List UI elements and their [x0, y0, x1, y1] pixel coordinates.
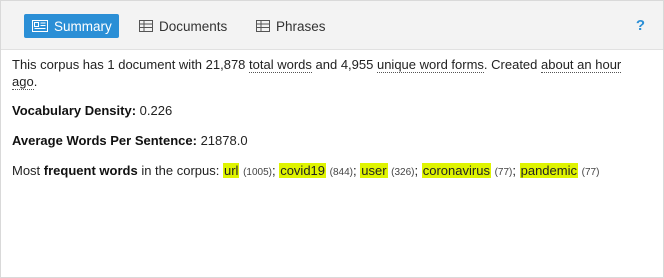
frequent-term-count: (1005) — [243, 167, 272, 178]
frequent-term-count: (77) — [494, 167, 513, 178]
summary-text-5: . — [33, 74, 38, 89]
tab-phrases-label: Phrases — [276, 18, 326, 34]
term-separator: ; — [512, 163, 520, 178]
vocabulary-density-value: 0.226 — [136, 103, 173, 118]
frequent-term-count: (77) — [581, 167, 600, 178]
vocabulary-density-label: Vocabulary Density: — [12, 103, 137, 118]
summary-content: This corpus has 1 document with 21,878 t… — [1, 50, 663, 181]
frequent-suffix: in the corpus: — [137, 163, 223, 178]
vocabulary-density: Vocabulary Density: 0.226 — [12, 102, 653, 119]
frequent-term[interactable]: covid19 — [279, 163, 327, 178]
unique-word-forms-link[interactable]: unique word forms — [376, 57, 484, 73]
frequent-prefix: Most — [12, 163, 44, 178]
term-separator: ; — [414, 163, 422, 178]
summary-icon — [32, 20, 48, 32]
average-words-per-sentence: Average Words Per Sentence: 21878.0 — [12, 132, 653, 149]
frequent-words: Most frequent words in the corpus: url (… — [12, 162, 653, 181]
summary-text-1: This corpus has 1 document with 21,878 — [12, 57, 250, 72]
tab-documents[interactable]: Documents — [131, 14, 235, 38]
tab-documents-label: Documents — [159, 18, 228, 34]
tab-summary[interactable]: Summary — [24, 14, 119, 38]
frequent-words-label: frequent words — [43, 163, 138, 178]
frequent-term[interactable]: url — [222, 163, 240, 178]
corpus-summary-text: This corpus has 1 document with 21,878 t… — [12, 56, 653, 90]
summary-text-2: and 4,955 — [311, 57, 377, 72]
table-icon — [256, 20, 270, 32]
help-icon[interactable]: ? — [636, 17, 645, 34]
tab-phrases[interactable]: Phrases — [248, 14, 334, 38]
summary-text-3: . Created — [483, 57, 542, 72]
frequent-term[interactable]: pandemic — [519, 163, 578, 178]
average-words-value: 21878.0 — [196, 133, 248, 148]
created-time-link-continued[interactable]: ago — [12, 74, 34, 90]
total-words-link[interactable]: total words — [249, 57, 312, 73]
frequent-term-count: (326) — [391, 167, 415, 178]
frequent-term[interactable]: user — [360, 163, 388, 178]
tab-summary-label: Summary — [54, 18, 112, 34]
table-icon — [139, 20, 153, 32]
frequent-term-count: (844) — [329, 167, 353, 178]
average-words-label: Average Words Per Sentence: — [12, 133, 197, 148]
created-time-link[interactable]: about an hour — [541, 57, 622, 73]
frequent-term[interactable]: coronavirus — [421, 163, 491, 178]
tab-bar: Summary Documents Phrases ? — [1, 1, 663, 50]
summary-panel: Summary Documents Phrases ? This corpus … — [0, 0, 664, 278]
